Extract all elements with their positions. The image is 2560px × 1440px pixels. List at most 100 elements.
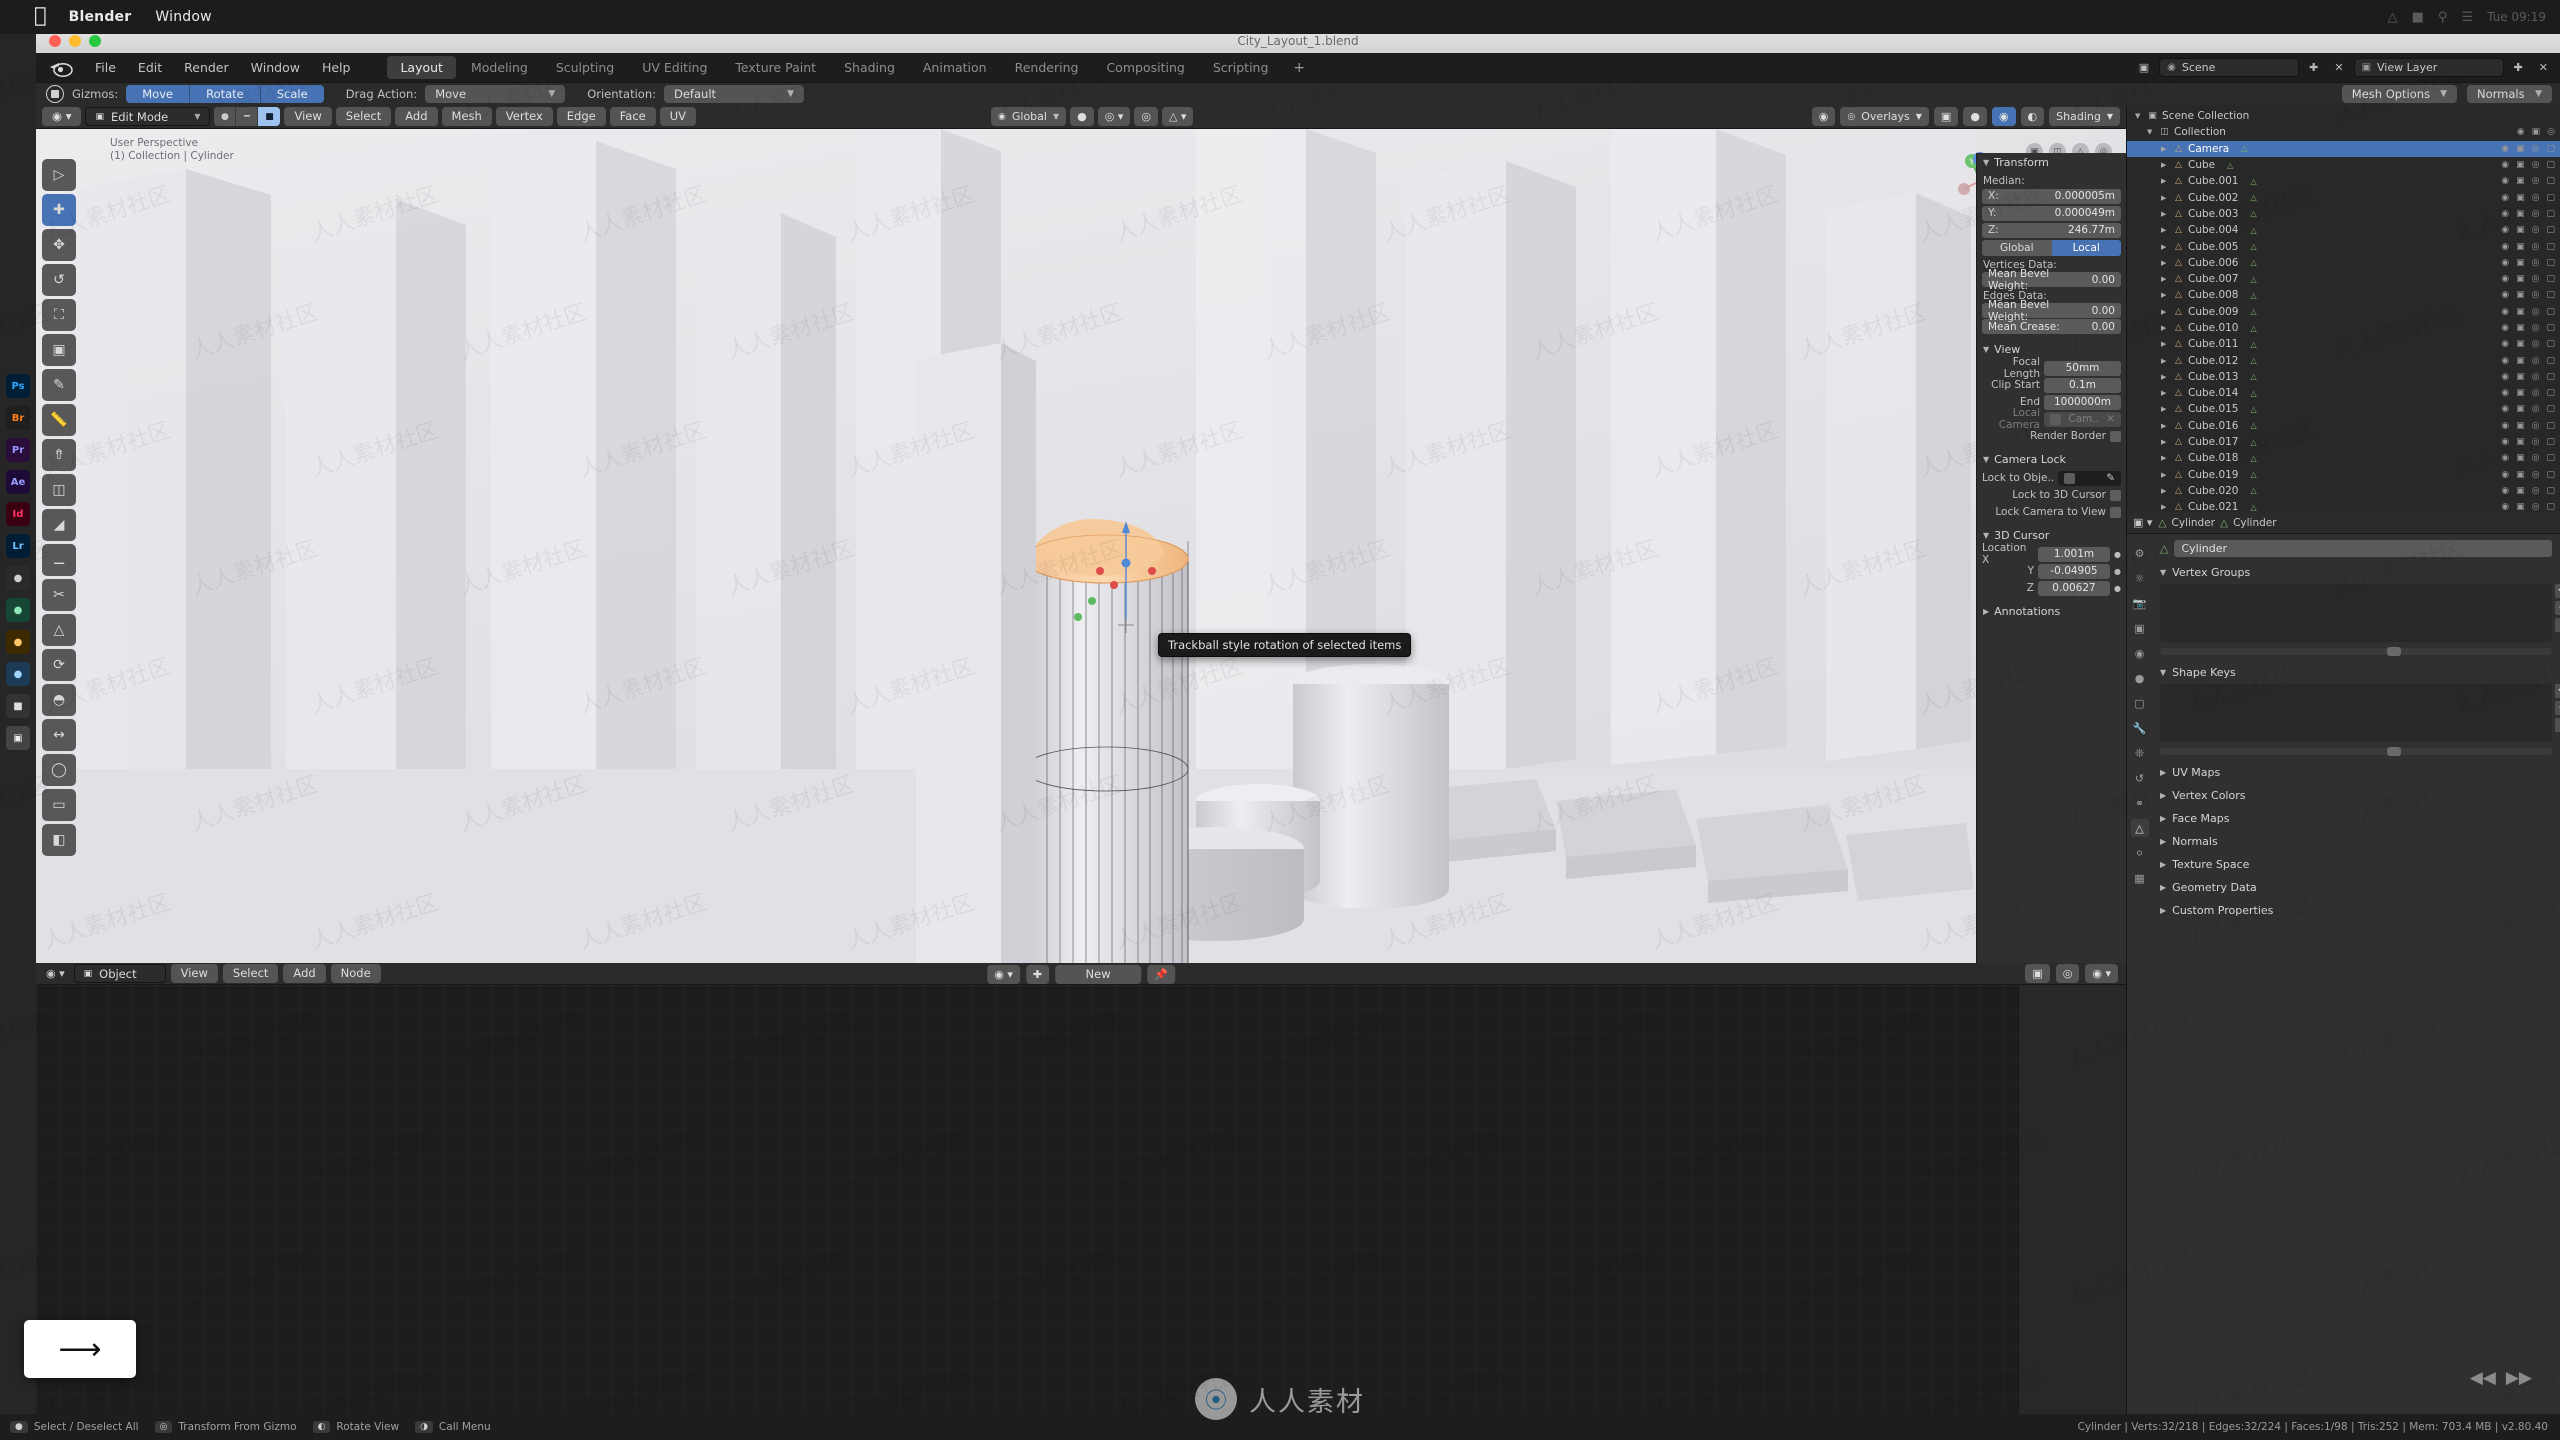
cursor-y-row[interactable]: Y -0.04905 ● xyxy=(1982,563,2121,579)
render-icon[interactable]: ◎ xyxy=(2532,242,2540,252)
camera-icon[interactable]: ▣ xyxy=(2516,160,2525,170)
gizmo-scale-button[interactable]: Scale xyxy=(260,85,324,103)
prop-tab-world-icon[interactable]: ● xyxy=(2131,669,2149,687)
camera-icon[interactable]: ▣ xyxy=(2516,176,2525,186)
dock-icon-misc1[interactable]: ● xyxy=(6,566,30,590)
remove-shape-key-button[interactable]: − xyxy=(2555,701,2560,715)
menu-file[interactable]: File xyxy=(84,58,127,78)
outliner-row-camera[interactable]: ▶ △ Camera △ ◉ ▣ ◎ ▢ xyxy=(2127,140,2560,157)
snap-nodes-icon[interactable]: ◎ xyxy=(2055,964,2080,983)
clear-camera-icon[interactable]: ✕ xyxy=(2106,413,2115,425)
proportional-falloff-dropdown[interactable]: △ ▾ xyxy=(1161,107,1194,126)
macos-clock[interactable]: Tue 09:19 xyxy=(2487,10,2546,24)
apple-icon[interactable]:  xyxy=(34,4,47,26)
prev-icon[interactable]: ◀◀ xyxy=(2470,1368,2496,1388)
render-icon[interactable]: ◎ xyxy=(2532,225,2540,235)
cursor-z-row[interactable]: Z 0.00627 ● xyxy=(1982,580,2121,596)
render-icon[interactable]: ◎ xyxy=(2532,160,2540,170)
outliner-scene-collection-row[interactable]: ▼ ▣ Scene Collection xyxy=(2127,108,2560,124)
new-viewlayer-button[interactable]: ✚ xyxy=(2508,58,2529,77)
eye-icon[interactable]: ◉ xyxy=(2501,176,2509,186)
median-y-row[interactable]: Y: 0.000049m xyxy=(1982,205,2121,221)
scene-field[interactable]: ◉ Scene xyxy=(2159,58,2300,77)
remove-scene-button[interactable]: ✕ xyxy=(2328,58,2349,77)
normals-dropdown[interactable]: Normals ▼ xyxy=(2467,85,2552,103)
restrict-icon[interactable]: ▢ xyxy=(2546,209,2555,219)
cursor-x-animate-icon[interactable]: ● xyxy=(2114,550,2121,559)
face-select-icon[interactable]: ■ xyxy=(258,107,281,126)
eye-icon[interactable]: ◉ xyxy=(2501,339,2509,349)
restrict-icon[interactable]: ▢ xyxy=(2546,356,2555,366)
median-z-row[interactable]: Z: 246.77m xyxy=(1982,222,2121,238)
viewport-canvas[interactable]: User Perspective (1) Collection | Cylind… xyxy=(36,129,2126,963)
camera-icon[interactable]: ▣ xyxy=(2516,339,2525,349)
remove-vertex-group-button[interactable]: − xyxy=(2555,601,2560,615)
camera-icon[interactable]: ▣ xyxy=(2516,193,2525,203)
render-icon[interactable]: ◎ xyxy=(2532,274,2540,284)
restrict-icon[interactable]: ▢ xyxy=(2546,453,2555,463)
prop-tab-render-icon[interactable]: ☼ xyxy=(2131,569,2149,587)
drag-action-dropdown[interactable]: Move ▼ xyxy=(425,85,566,103)
tool-bevel-icon[interactable]: ◢ xyxy=(42,509,76,541)
viewport-menu-edge[interactable]: Edge xyxy=(556,107,606,126)
tool-tweak-select-icon[interactable]: ▷ xyxy=(42,159,76,191)
xray-toggle[interactable]: ▣ xyxy=(1933,107,1959,126)
render-icon[interactable]: ◎ xyxy=(2532,356,2540,366)
edge-bevel-weight-field[interactable]: Mean Bevel Weight: 0.00 xyxy=(1982,299,2121,323)
control-center-icon[interactable]: ☰ xyxy=(2461,10,2473,25)
tool-knife-icon[interactable]: ✂ xyxy=(42,579,76,611)
camera-icon[interactable]: ▣ xyxy=(2516,242,2525,252)
object-data-name-field[interactable]: Cylinder xyxy=(2174,540,2552,557)
viewport-gizmo-toggle[interactable]: ◉ xyxy=(1811,107,1836,126)
render-icon[interactable]: ◎ xyxy=(2532,470,2540,480)
dock-icon-misc4[interactable]: ● xyxy=(6,662,30,686)
render-icon[interactable]: ◎ xyxy=(2532,404,2540,414)
prop-section-normals[interactable]: ▶ Normals xyxy=(2152,830,2560,853)
outliner-row-cube-021[interactable]: ▶ △ Cube.021 △ ◉ ▣ ◎ ▢ xyxy=(2127,499,2560,512)
render-icon[interactable]: ◎ xyxy=(2532,388,2540,398)
new-material-button[interactable]: New xyxy=(1055,964,1142,984)
restrict-icon[interactable]: ▢ xyxy=(2546,193,2555,203)
restrict-icon[interactable]: ▢ xyxy=(2546,437,2555,447)
outliner-row-cube[interactable]: ▶ △ Cube △ ◉ ▣ ◎ ▢ xyxy=(2127,157,2560,173)
restrict-icon[interactable]: ▢ xyxy=(2546,339,2555,349)
tool-smooth-icon[interactable]: ◓ xyxy=(42,684,76,716)
cursor-y-animate-icon[interactable]: ● xyxy=(2114,567,2121,576)
remove-viewlayer-button[interactable]: ✕ xyxy=(2533,58,2554,77)
dock-icon-misc6[interactable]: ▣ xyxy=(6,726,30,750)
shading-dropdown[interactable]: Shading ▼ xyxy=(2049,107,2120,126)
add-shape-key-button[interactable]: ✚ xyxy=(2555,684,2560,698)
outliner-row-cube-018[interactable]: ▶ △ Cube.018 △ ◉ ▣ ◎ ▢ xyxy=(2127,450,2560,466)
shader-menu-add[interactable]: Add xyxy=(283,964,326,983)
outliner-row-cube-015[interactable]: ▶ △ Cube.015 △ ◉ ▣ ◎ ▢ xyxy=(2127,401,2560,417)
menu-help[interactable]: Help xyxy=(311,58,362,78)
outliner-row-cube-008[interactable]: ▶ △ Cube.008 △ ◉ ▣ ◎ ▢ xyxy=(2127,287,2560,303)
search-icon[interactable]: ⚲ xyxy=(2438,10,2448,25)
mean-crease-field[interactable]: Mean Crease: 0.00 xyxy=(1982,319,2121,334)
restrict-icon[interactable]: ▢ xyxy=(2546,274,2555,284)
tool-transform-icon[interactable]: ▣ xyxy=(42,334,76,366)
prop-tab-output-icon[interactable]: 📷 xyxy=(2131,594,2149,612)
tool-edge-slide-icon[interactable]: ↔ xyxy=(42,719,76,751)
outliner-row-cube-001[interactable]: ▶ △ Cube.001 △ ◉ ▣ ◎ ▢ xyxy=(2127,173,2560,189)
lock-camera-view-row[interactable]: Lock Camera to View xyxy=(1982,504,2121,520)
tab-rendering[interactable]: Rendering xyxy=(1002,56,1092,79)
camera-icon[interactable]: ▣ xyxy=(2516,323,2525,333)
lock-3d-cursor-checkbox[interactable] xyxy=(2110,489,2121,501)
outliner-row-cube-002[interactable]: ▶ △ Cube.002 △ ◉ ▣ ◎ ▢ xyxy=(2127,189,2560,205)
mesh-options-dropdown[interactable]: Mesh Options ▼ xyxy=(2341,85,2457,103)
restrict-icon[interactable]: ▢ xyxy=(2546,242,2555,252)
eye-icon[interactable]: ◉ xyxy=(2501,209,2509,219)
shading-solid-icon[interactable]: ● xyxy=(1963,107,1987,126)
prop-section-geometry-data[interactable]: ▶ Geometry Data xyxy=(2152,876,2560,899)
snap-target-dropdown[interactable]: ◎ ▾ xyxy=(1097,107,1131,126)
shader-menu-node[interactable]: Node xyxy=(330,964,381,983)
lock-camera-view-checkbox[interactable] xyxy=(2110,506,2121,518)
restrict-icon[interactable]: ▢ xyxy=(2546,144,2555,154)
dock-icon-br[interactable]: Br xyxy=(6,406,30,430)
restrict-icon[interactable]: ▢ xyxy=(2546,388,2555,398)
tab-modeling[interactable]: Modeling xyxy=(458,56,541,79)
eye-icon[interactable]: ◉ xyxy=(2501,502,2509,512)
restrict-icon[interactable]: ▢ xyxy=(2546,160,2555,170)
render-icon[interactable]: ◎ xyxy=(2532,258,2540,268)
